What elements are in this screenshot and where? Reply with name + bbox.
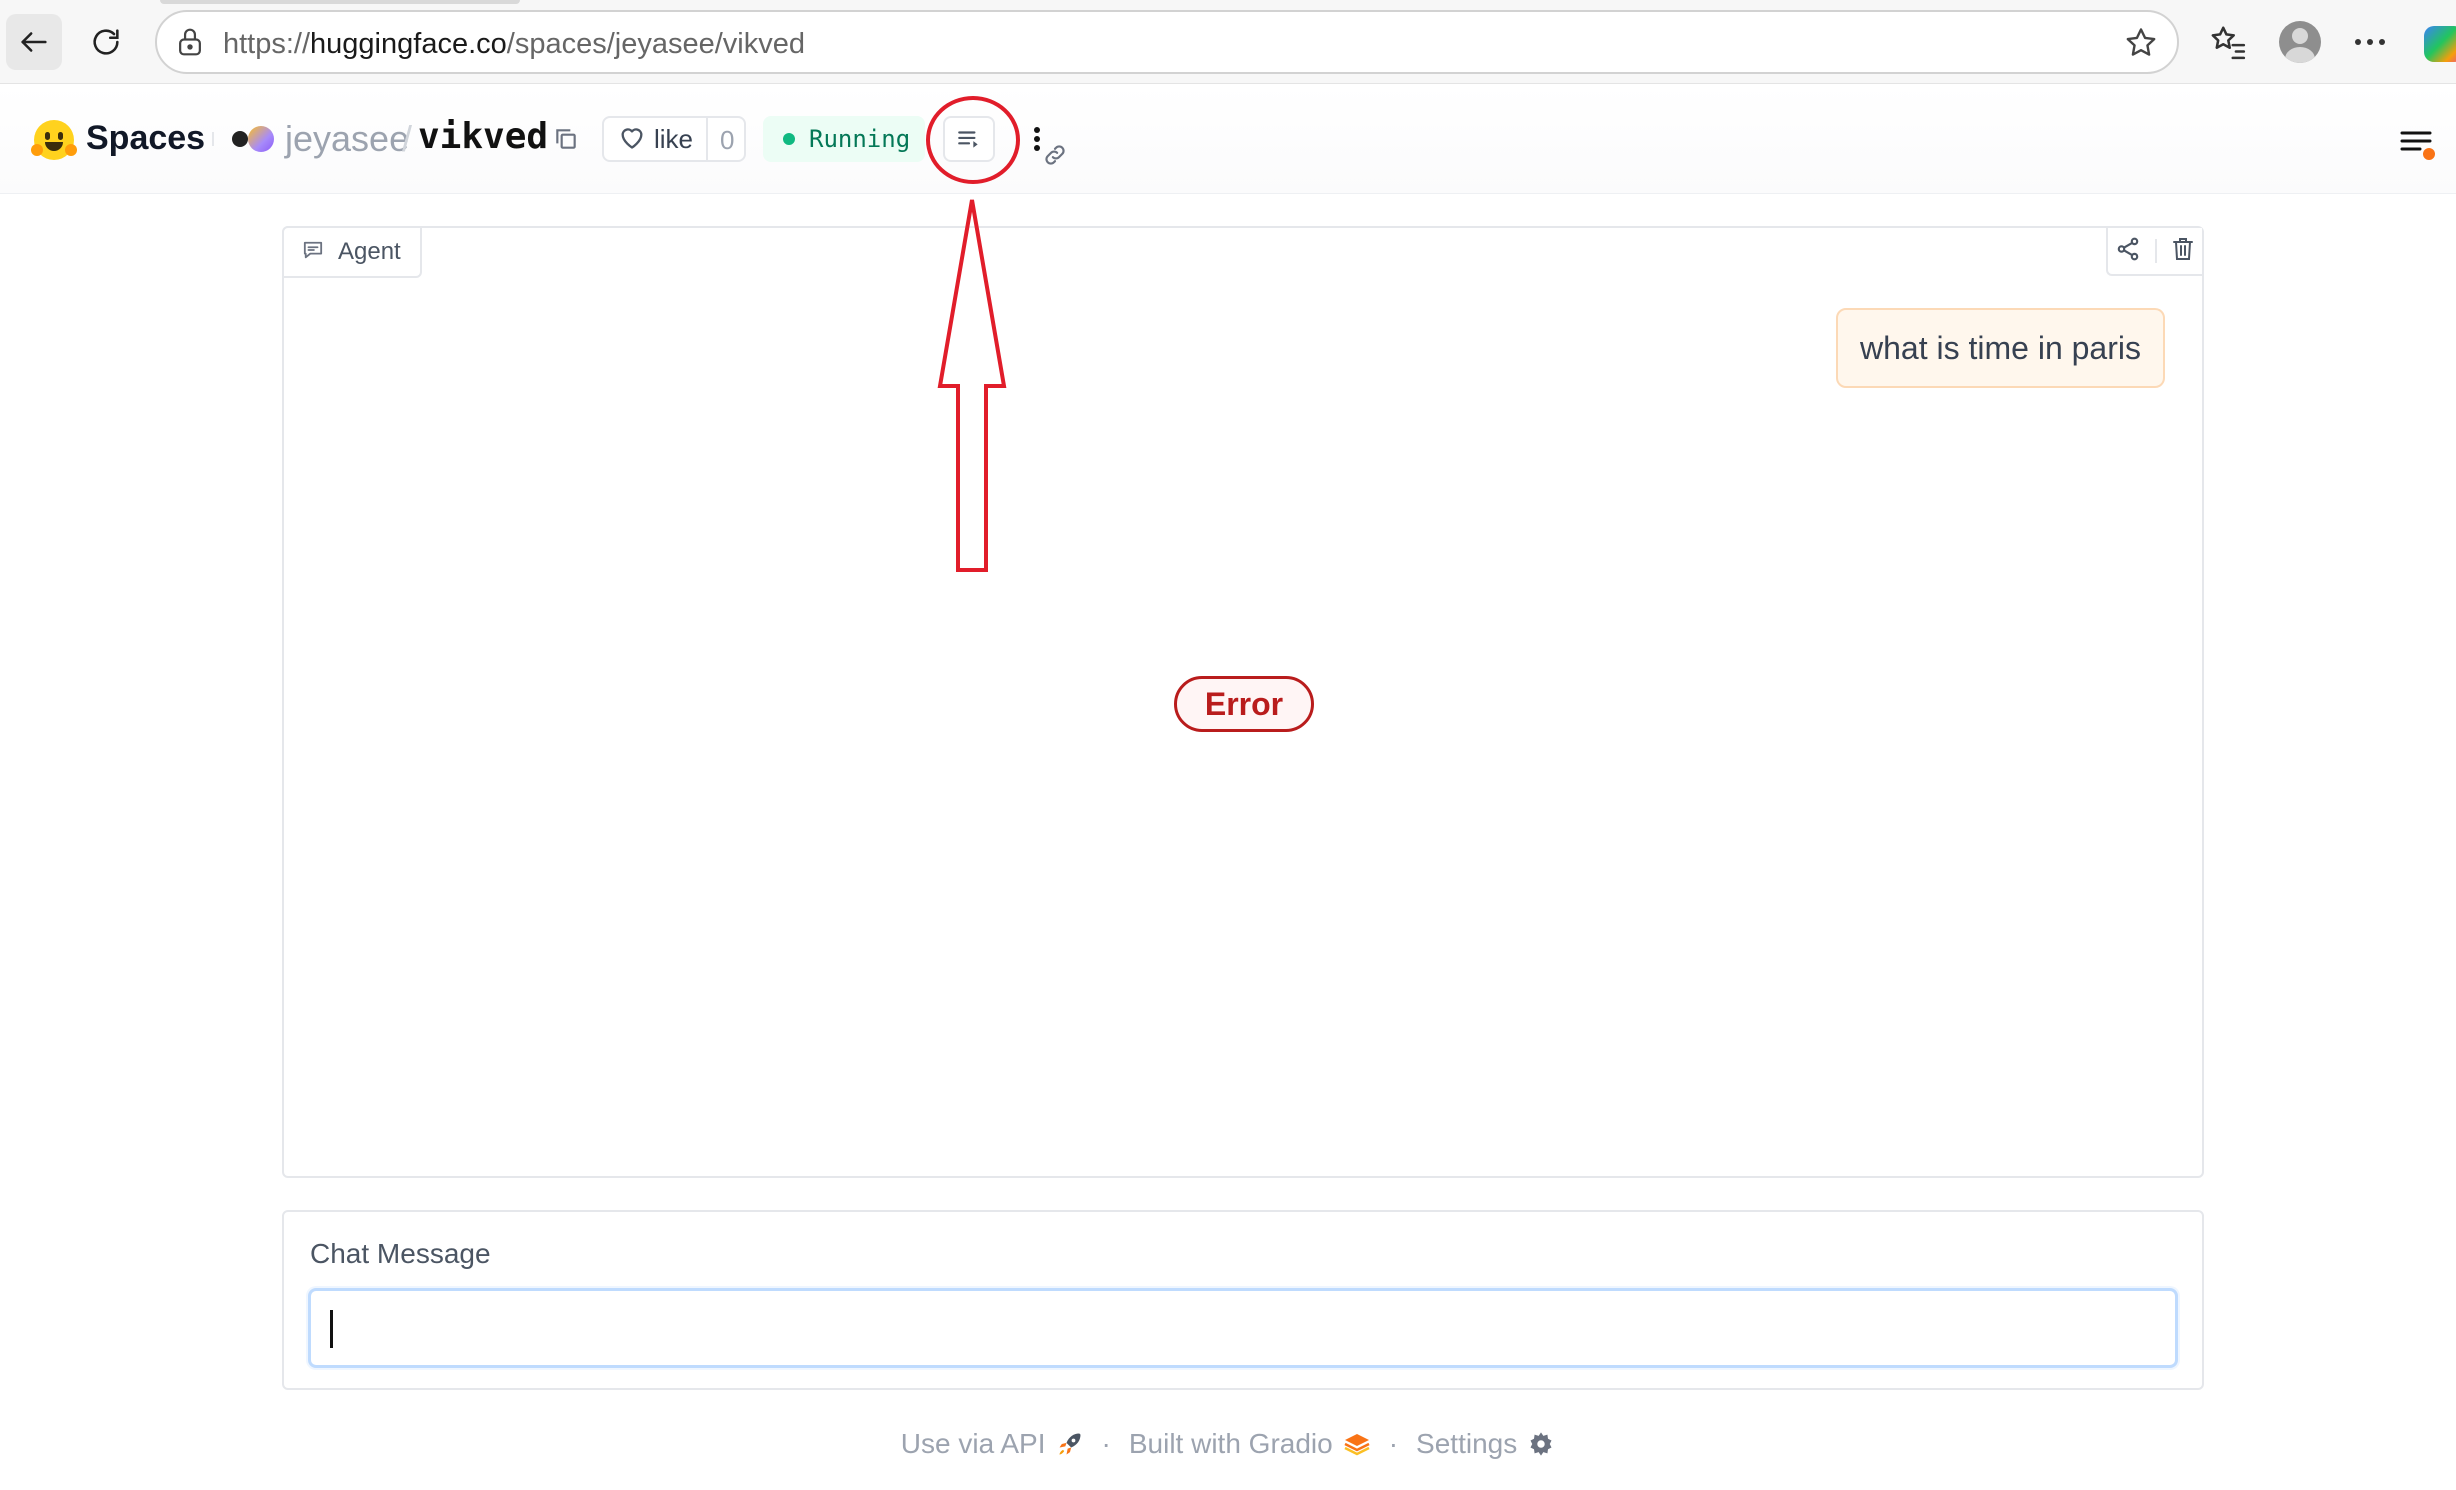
heart-icon	[618, 124, 646, 155]
arrow-left-icon	[21, 32, 47, 52]
chat-input-panel: Chat Message	[282, 1210, 2204, 1390]
gear-icon	[1527, 1430, 1555, 1458]
chat-bubble-icon	[302, 240, 324, 265]
footer-separator: ·	[1101, 1428, 1111, 1459]
profile-avatar[interactable]	[2276, 18, 2324, 66]
url-path: /spaces/jeyasee/vikved	[506, 28, 805, 60]
lock-icon	[175, 26, 205, 63]
rocket-icon	[1056, 1430, 1084, 1458]
space-name-link[interactable]: vikved	[418, 116, 548, 157]
error-badge: Error	[1174, 676, 1314, 732]
text-caret	[330, 1310, 333, 1348]
back-button[interactable]	[6, 14, 62, 70]
user-message: what is time in paris	[1836, 308, 2165, 388]
user-avatar-icon	[2279, 21, 2321, 63]
settings-text: Settings	[1416, 1428, 1518, 1459]
annotation-arrow	[937, 199, 1007, 572]
path-separator: /	[402, 118, 413, 159]
chat-message-input[interactable]	[308, 1288, 2178, 1368]
share-icon[interactable]	[2115, 236, 2141, 267]
owner-avatar-icon[interactable]	[232, 124, 278, 154]
browser-toolbar: https://huggingface.co/spaces/jeyasee/vi…	[0, 0, 2456, 84]
annotation-circle	[926, 96, 1020, 184]
copy-icon[interactable]	[553, 126, 579, 157]
status-dot-icon	[783, 133, 795, 145]
refresh-icon	[93, 29, 119, 55]
trash-icon[interactable]	[2171, 236, 2195, 267]
status-badge[interactable]: Running	[763, 116, 925, 162]
gradio-logo-icon	[1343, 1432, 1371, 1456]
address-bar[interactable]: https://huggingface.co/spaces/jeyasee/vi…	[155, 10, 2179, 74]
header-divider	[212, 132, 214, 146]
reload-button[interactable]	[78, 14, 134, 70]
built-with-gradio-text: Built with Gradio	[1128, 1428, 1333, 1459]
use-via-api-link[interactable]: Use via API	[901, 1428, 1084, 1460]
url-text: https://huggingface.co/spaces/jeyasee/vi…	[223, 28, 805, 61]
spaces-link[interactable]: Spaces	[86, 119, 205, 158]
copilot-icon[interactable]	[2424, 26, 2456, 62]
vertical-dots-icon	[1034, 127, 1040, 151]
favorite-star-icon[interactable]	[2123, 25, 2159, 66]
space-header: Spaces jeyasee / vikved like 0 Running	[0, 84, 2456, 194]
chat-message-label: Chat Message	[310, 1238, 491, 1269]
chatbot-panel: Agent what is time in paris Error	[282, 226, 2204, 1178]
favorites-icon[interactable]	[2204, 18, 2252, 66]
status-text: Running	[809, 125, 911, 153]
footer-separator: ·	[1388, 1428, 1399, 1459]
like-count[interactable]: 0	[720, 125, 734, 156]
use-via-api-text: Use via API	[900, 1428, 1046, 1459]
link-icon[interactable]	[1042, 142, 1068, 173]
chatbot-label-text: Agent	[338, 238, 401, 265]
hamburger-menu-button[interactable]	[2398, 124, 2438, 164]
tab-edge	[160, 0, 520, 4]
browser-menu-icon[interactable]	[2346, 18, 2394, 66]
chat-toolbar	[2106, 228, 2202, 276]
settings-link[interactable]: Settings	[1416, 1428, 1555, 1460]
chatbot-label: Agent	[282, 226, 422, 278]
url-prefix: https://	[223, 28, 311, 60]
owner-link[interactable]: jeyasee	[285, 118, 409, 160]
footer: Use via API · Built with Gradio · Settin…	[0, 1424, 2456, 1464]
url-domain: huggingface.co	[310, 28, 507, 60]
menu-icon	[2400, 131, 2435, 160]
like-button[interactable]: like 0	[602, 116, 746, 162]
hugging-face-logo-icon[interactable]	[31, 120, 77, 160]
like-label: like	[654, 123, 694, 154]
built-with-gradio-link[interactable]: Built with Gradio	[1129, 1428, 1371, 1460]
